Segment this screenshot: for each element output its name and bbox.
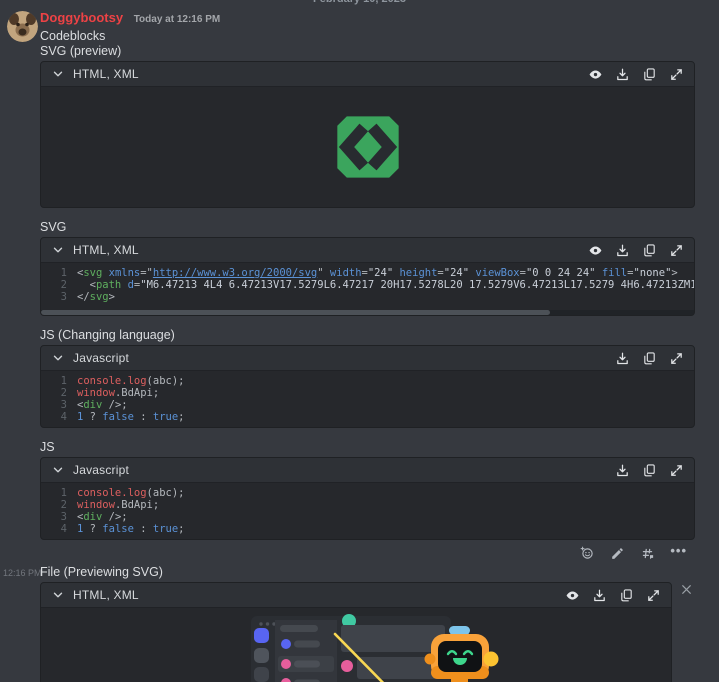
username[interactable]: Doggybootsy bbox=[40, 10, 123, 25]
block-label-js-changing: JS (Changing language) bbox=[40, 328, 175, 342]
code-brackets-icon bbox=[336, 116, 399, 178]
message-header: Doggybootsy Today at 12:16 PM bbox=[40, 10, 695, 28]
date-divider-label: February 10, 2023 bbox=[313, 0, 406, 5]
message-text: Codeblocks bbox=[40, 29, 106, 43]
file-message-text: File (Previewing SVG) bbox=[40, 565, 163, 579]
avatar[interactable] bbox=[7, 11, 38, 42]
line-number: 3 bbox=[60, 291, 67, 303]
pug-avatar-image bbox=[7, 11, 38, 42]
codeblock-actions bbox=[615, 463, 684, 478]
block-label-svg: SVG bbox=[40, 220, 67, 234]
code-line: 1 <svg xmlns="http://www.w3.org/2000/svg"… bbox=[41, 267, 694, 279]
codeblock-language: HTML, XML bbox=[73, 243, 139, 257]
chevron-down-icon[interactable] bbox=[51, 351, 65, 365]
close-icon bbox=[682, 585, 691, 594]
svg-file-preview-canvas bbox=[41, 608, 671, 682]
codeblock-language: Javascript bbox=[73, 351, 130, 365]
codeblock-svg-preview: HTML, XML bbox=[40, 61, 695, 208]
codeblock-header: HTML, XML bbox=[41, 238, 694, 263]
line-number: 4 bbox=[60, 523, 67, 535]
line-number: 2 bbox=[60, 387, 67, 399]
download-icon[interactable] bbox=[592, 588, 607, 603]
remove-attachment-button[interactable] bbox=[680, 583, 693, 596]
copy-icon[interactable] bbox=[619, 588, 634, 603]
line-number: 1 bbox=[60, 267, 67, 279]
codeblock-language: Javascript bbox=[73, 463, 130, 477]
copy-icon[interactable] bbox=[642, 243, 657, 258]
line-number: 1 bbox=[60, 487, 67, 499]
codeblock-file-preview: HTML, XML bbox=[40, 582, 672, 682]
robot-illustration bbox=[251, 614, 499, 682]
copy-icon[interactable] bbox=[642, 67, 657, 82]
file-message: 12:16 PM File (Previewing SVG) HTML, XML bbox=[3, 565, 695, 682]
thread-icon[interactable] bbox=[640, 546, 655, 561]
line-number: 2 bbox=[60, 279, 67, 291]
codeblock-actions bbox=[588, 243, 684, 258]
expand-icon[interactable] bbox=[669, 463, 684, 478]
line-number: 2 bbox=[60, 499, 67, 511]
codeblock-language: HTML, XML bbox=[73, 588, 139, 602]
line-number: 3 bbox=[60, 511, 67, 523]
code-line: 41 ? false : true; bbox=[41, 523, 694, 535]
download-icon[interactable] bbox=[615, 351, 630, 366]
codeblock-actions bbox=[588, 67, 684, 82]
message-toolbar: ••• bbox=[40, 544, 687, 561]
chevron-down-icon[interactable] bbox=[51, 463, 65, 477]
expand-icon[interactable] bbox=[669, 351, 684, 366]
pencil-icon[interactable] bbox=[610, 546, 625, 561]
download-icon[interactable] bbox=[615, 67, 630, 82]
copy-icon[interactable] bbox=[642, 351, 657, 366]
code-line: 3 <div />; bbox=[41, 399, 694, 411]
eye-icon[interactable] bbox=[588, 67, 603, 82]
date-divider: February 10, 2023 bbox=[16, 0, 703, 5]
message-column: Doggybootsy Today at 12:16 PM Codeblocks… bbox=[3, 10, 695, 682]
codeblock-js-changing: Javascript 1 console.log(abc); 2 window.BdA… bbox=[40, 345, 695, 428]
codeblock-js: Javascript 1 console.log(abc); 2 window.BdA… bbox=[40, 457, 695, 540]
code-line: 41 ? false : true; bbox=[41, 411, 694, 423]
discord-chat-window: February 10, 2023 Doggybootsy Today at 1… bbox=[0, 0, 719, 682]
code-line: 2 window.BdApi; bbox=[41, 499, 694, 511]
code-line: 1 console.log(abc); bbox=[41, 375, 694, 387]
chevron-down-icon[interactable] bbox=[51, 243, 65, 257]
gutter-timestamp: 12:16 PM bbox=[3, 568, 42, 578]
ellipsis-icon[interactable]: ••• bbox=[670, 544, 687, 561]
code-line: 2 <path d="M6.47213 4L4 6.47213V17.5279L… bbox=[41, 279, 694, 291]
eye-icon[interactable] bbox=[565, 588, 580, 603]
file-attachment: HTML, XML bbox=[40, 582, 691, 682]
download-icon[interactable] bbox=[615, 243, 630, 258]
message-timestamp: Today at 12:16 PM bbox=[133, 14, 221, 25]
code-content: 1 console.log(abc); 2 window.BdApi; 3 <div />… bbox=[41, 371, 694, 427]
codeblock-header: HTML, XML bbox=[41, 583, 671, 608]
add-reaction-icon[interactable] bbox=[580, 546, 595, 561]
horizontal-scrollbar bbox=[41, 310, 694, 315]
copy-icon[interactable] bbox=[642, 463, 657, 478]
download-icon[interactable] bbox=[615, 463, 630, 478]
svg-preview-canvas bbox=[41, 87, 694, 207]
line-number: 4 bbox=[60, 411, 67, 423]
codeblock-header: HTML, XML bbox=[41, 62, 694, 87]
expand-icon[interactable] bbox=[646, 588, 661, 603]
code-content: 1 <svg xmlns="http://www.w3.org/2000/svg"… bbox=[41, 263, 694, 307]
expand-icon[interactable] bbox=[669, 67, 684, 82]
message-text: SVG (preview) bbox=[40, 44, 122, 58]
block-label-js: JS bbox=[40, 440, 55, 454]
codeblock-language: HTML, XML bbox=[73, 67, 139, 81]
codeblock-actions bbox=[565, 588, 661, 603]
code-line: 3 <div />; bbox=[41, 511, 694, 523]
chevron-down-icon[interactable] bbox=[51, 67, 65, 81]
line-number: 1 bbox=[60, 375, 67, 387]
codeblock-svg-source: HTML, XML 1 <svg xmlns="http://www.w3.org… bbox=[40, 237, 695, 316]
expand-icon[interactable] bbox=[669, 243, 684, 258]
codeblock-header: Javascript bbox=[41, 458, 694, 483]
scrollbar-thumb[interactable] bbox=[41, 310, 551, 315]
code-line: 2 window.BdApi; bbox=[41, 387, 694, 399]
code-content: 1 console.log(abc); 2 window.BdApi; 3 <div />… bbox=[41, 483, 694, 539]
chevron-down-icon[interactable] bbox=[51, 588, 65, 602]
codeblock-header: Javascript bbox=[41, 346, 694, 371]
eye-icon[interactable] bbox=[588, 243, 603, 258]
code-line: 1 console.log(abc); bbox=[41, 487, 694, 499]
codeblock-actions bbox=[615, 351, 684, 366]
code-line: 3 </svg> bbox=[41, 291, 694, 303]
line-number: 3 bbox=[60, 399, 67, 411]
